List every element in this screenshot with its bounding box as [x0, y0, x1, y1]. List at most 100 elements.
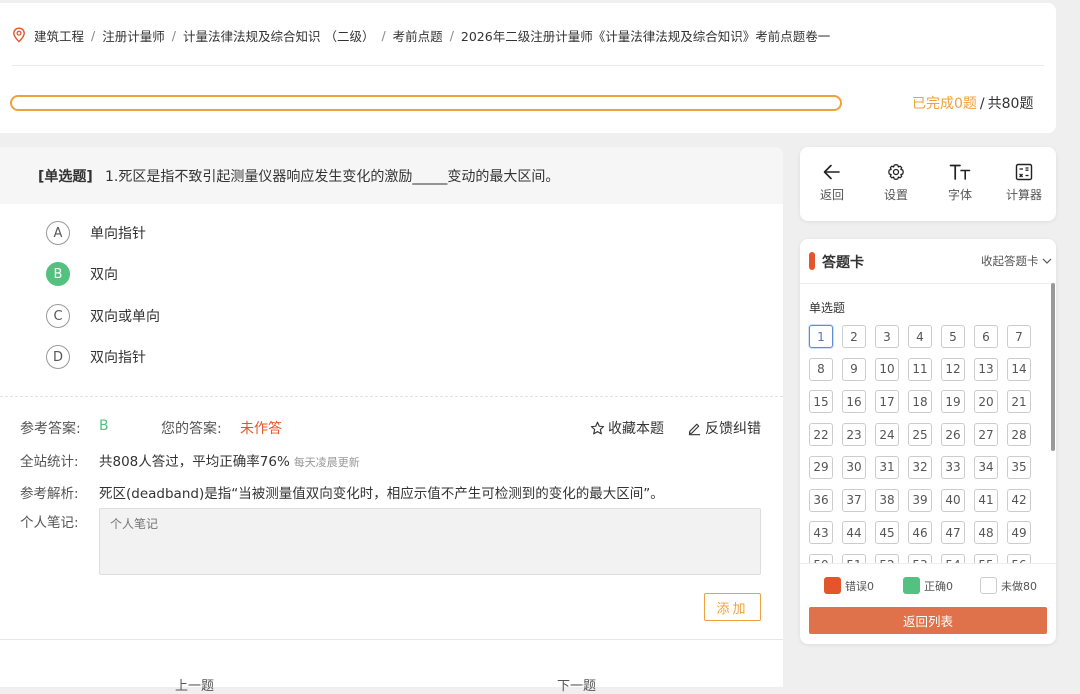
question-number-56[interactable]: 56: [1007, 553, 1031, 563]
question-number-8[interactable]: 8: [809, 357, 833, 381]
calculator-button[interactable]: 计算器: [999, 163, 1049, 203]
notes-label: 个人笔记:: [20, 515, 79, 531]
question-number-7[interactable]: 7: [1007, 325, 1031, 348]
question-number-1[interactable]: 1: [809, 325, 833, 348]
question-number-20[interactable]: 20: [974, 390, 998, 414]
option-d[interactable]: D 双向指针: [46, 345, 146, 369]
back-button[interactable]: 返回: [807, 163, 857, 203]
question-number-30[interactable]: 30: [842, 455, 866, 479]
option-text: 双向: [90, 267, 118, 283]
breadcrumb-separator: /: [381, 27, 386, 43]
question-number-35[interactable]: 35: [1007, 455, 1031, 479]
option-a[interactable]: A 单向指针: [46, 221, 146, 245]
question-number-40[interactable]: 40: [941, 488, 965, 512]
analysis-value: 死区(deadband)是指“当被测量值双向变化时，相应示值不产生可检测到的变化…: [99, 486, 664, 502]
question-number-33[interactable]: 33: [941, 455, 965, 479]
question-number-43[interactable]: 43: [809, 521, 833, 545]
question-number-38[interactable]: 38: [875, 488, 899, 512]
question-number-34[interactable]: 34: [974, 455, 998, 479]
font-button[interactable]: 字体: [935, 163, 985, 203]
question-number-31[interactable]: 31: [875, 455, 899, 479]
progress-separator: /: [979, 96, 985, 112]
favorite-label: 收藏本题: [608, 421, 664, 437]
breadcrumb-item-1[interactable]: 建筑工程: [34, 26, 84, 45]
question-number-53[interactable]: 53: [908, 553, 932, 563]
question-number-19[interactable]: 19: [941, 390, 965, 414]
question-number-41[interactable]: 41: [974, 488, 998, 512]
option-text: 双向或单向: [90, 309, 160, 325]
question-number-25[interactable]: 25: [908, 423, 932, 447]
header-divider: [12, 65, 1044, 66]
prev-question-button[interactable]: 上一题: [175, 675, 214, 694]
question-number-11[interactable]: 11: [908, 357, 932, 381]
question-number-13[interactable]: 13: [974, 357, 998, 381]
question-number-29[interactable]: 29: [809, 455, 833, 479]
breadcrumb-separator: /: [91, 27, 96, 43]
next-question-button[interactable]: 下一题: [557, 675, 596, 694]
question-number-48[interactable]: 48: [974, 521, 998, 545]
tools-card: 返回 设置 字体 计算器: [800, 147, 1056, 221]
question-number-46[interactable]: 46: [908, 521, 932, 545]
question-number-17[interactable]: 17: [875, 390, 899, 414]
question-number-39[interactable]: 39: [908, 488, 932, 512]
question-number-24[interactable]: 24: [875, 423, 899, 447]
font-label: 字体: [947, 188, 972, 202]
question-number-16[interactable]: 16: [842, 390, 866, 414]
question-number-50[interactable]: 50: [809, 553, 833, 563]
calculator-label: 计算器: [1005, 188, 1042, 202]
breadcrumb-item-2[interactable]: 注册计量师: [102, 26, 165, 45]
breadcrumb-item-3[interactable]: 计量法律法规及综合知识 （二级）: [183, 26, 374, 45]
favorite-button[interactable]: 收藏本题: [590, 418, 664, 438]
option-c[interactable]: C 双向或单向: [46, 304, 160, 328]
question-number-2[interactable]: 2: [842, 325, 866, 348]
question-number-49[interactable]: 49: [1007, 521, 1031, 545]
question-number-55[interactable]: 55: [974, 553, 998, 563]
question-number-3[interactable]: 3: [875, 325, 899, 348]
feedback-button[interactable]: 反馈纠错: [687, 418, 761, 438]
option-text: 双向指针: [90, 350, 146, 366]
legend-wrong: 错误0: [824, 577, 874, 594]
question-number-22[interactable]: 22: [809, 423, 833, 447]
breadcrumb-item-4[interactable]: 考前点题: [393, 26, 443, 45]
question-number-23[interactable]: 23: [842, 423, 866, 447]
question-number-12[interactable]: 12: [941, 357, 965, 381]
stats-value: 共808人答过，平均正确率76%: [99, 454, 290, 470]
question-number-51[interactable]: 51: [842, 553, 866, 563]
question-number-14[interactable]: 14: [1007, 357, 1031, 381]
legend-divider: [800, 563, 1056, 564]
question-number-26[interactable]: 26: [941, 423, 965, 447]
progress-text: 已完成0题 / 共80题: [912, 93, 1033, 113]
scrollbar[interactable]: [1051, 283, 1055, 451]
question-number-45[interactable]: 45: [875, 521, 899, 545]
question-number-15[interactable]: 15: [809, 390, 833, 414]
option-b[interactable]: B 双向: [46, 262, 118, 286]
question-number-54[interactable]: 54: [941, 553, 965, 563]
question-number-42[interactable]: 42: [1007, 488, 1031, 512]
question-number-47[interactable]: 47: [941, 521, 965, 545]
question-number-9[interactable]: 9: [842, 357, 866, 381]
question-number-5[interactable]: 5: [941, 325, 965, 348]
notes-textarea[interactable]: [99, 508, 761, 575]
question-number-21[interactable]: 21: [1007, 390, 1031, 414]
option-text: 单向指针: [90, 226, 146, 242]
question-number-4[interactable]: 4: [908, 325, 932, 348]
add-note-button[interactable]: 添加: [704, 593, 761, 621]
ref-answer-value: B: [99, 418, 109, 434]
question-number-27[interactable]: 27: [974, 423, 998, 447]
question-number-28[interactable]: 28: [1007, 423, 1031, 447]
settings-button[interactable]: 设置: [871, 163, 921, 203]
question-number-6[interactable]: 6: [974, 325, 998, 348]
question-number-36[interactable]: 36: [809, 488, 833, 512]
calculator-icon: [1015, 163, 1033, 181]
question-number-32[interactable]: 32: [908, 455, 932, 479]
settings-label: 设置: [883, 188, 908, 202]
question-number-18[interactable]: 18: [908, 390, 932, 414]
back-to-list-button[interactable]: 返回列表: [809, 607, 1047, 634]
back-label: 返回: [819, 188, 844, 202]
question-number-52[interactable]: 52: [875, 553, 899, 563]
question-number-44[interactable]: 44: [842, 521, 866, 545]
undone-swatch: [980, 577, 997, 594]
collapse-sheet-button[interactable]: 收起答题卡: [981, 253, 1052, 269]
question-number-37[interactable]: 37: [842, 488, 866, 512]
question-number-10[interactable]: 10: [875, 357, 899, 381]
